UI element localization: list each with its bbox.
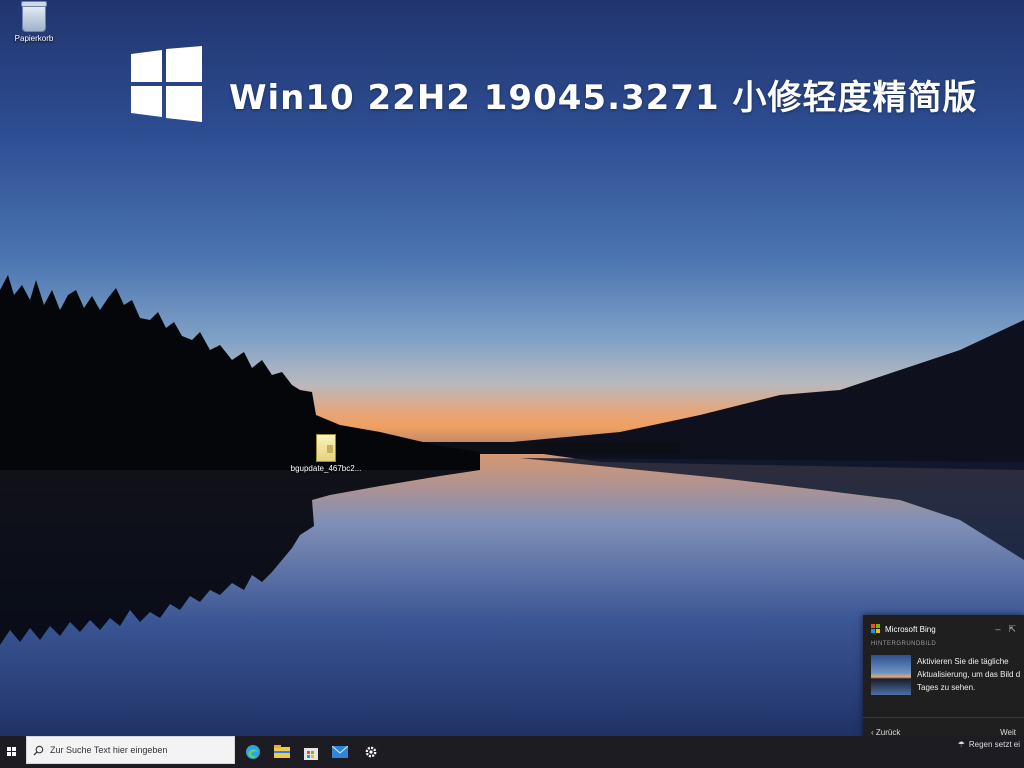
search-placeholder: Zur Suche Text hier eingeben <box>50 745 168 755</box>
recycle-bin-icon[interactable]: Papierkorb <box>12 1 56 43</box>
search-icon <box>33 745 44 756</box>
system-tray: ☂ Regen setzt ei <box>958 740 1020 749</box>
open-external-icon[interactable]: ⇱ <box>1008 624 1016 635</box>
folder-icon <box>274 745 290 758</box>
taskbar-search-box[interactable]: Zur Suche Text hier eingeben <box>26 736 235 764</box>
gear-icon <box>365 746 377 758</box>
trash-icon <box>21 1 47 32</box>
taskbar: Zur Suche Text hier eingeben ☂ Regen set… <box>0 736 1024 768</box>
bing-panel-footer: ‹ Zurück Weit <box>863 717 1024 736</box>
wallpaper-thumbnail[interactable] <box>871 655 911 695</box>
bing-message-line3: Tages zu sehen. <box>917 683 976 692</box>
bing-wallpaper-panel: Microsoft Bing – ⇱ HINTERGRUNDBILD Aktiv… <box>863 615 1024 736</box>
desktop-file-icon[interactable]: bgupdate_467bc2... <box>288 434 364 473</box>
recycle-bin-label: Papierkorb <box>14 34 54 43</box>
weather-icon[interactable]: ☂ <box>958 740 965 749</box>
bing-message-line1: Aktivieren Sie die tägliche <box>917 657 1009 666</box>
windows-start-icon <box>7 747 17 757</box>
taskbar-settings[interactable] <box>358 740 384 764</box>
back-button[interactable]: ‹ Zurück <box>871 728 900 737</box>
bing-panel-header: Microsoft Bing – ⇱ <box>863 615 1024 643</box>
edge-icon <box>246 745 260 759</box>
mail-icon <box>332 746 348 758</box>
desktop-wallpaper: Papierkorb bgupdate_467bc2... Win10 22H2… <box>0 0 1024 736</box>
back-button-label: Zurück <box>875 727 901 737</box>
taskbar-file-explorer[interactable] <box>269 740 295 764</box>
weather-text[interactable]: Regen setzt ei <box>969 740 1020 749</box>
minimize-icon[interactable]: – <box>995 624 1000 634</box>
bing-message-line2: Aktualisierung, um das Bild d <box>917 670 1021 679</box>
microsoft-logo-icon <box>871 624 881 634</box>
taskbar-edge[interactable] <box>240 740 266 764</box>
bing-panel-title: Microsoft Bing <box>885 624 936 634</box>
taskbar-mail[interactable] <box>327 740 353 764</box>
store-icon <box>304 747 318 760</box>
windows-logo-icon <box>131 46 202 122</box>
taskbar-store[interactable] <box>298 740 324 764</box>
zip-file-icon <box>316 434 336 462</box>
start-button[interactable] <box>0 736 24 768</box>
next-button[interactable]: Weit <box>1000 728 1016 737</box>
page-title: Win10 22H2 19045.3271 小修轻度精简版 <box>229 78 978 118</box>
desktop-file-label: bgupdate_467bc2... <box>290 464 362 473</box>
